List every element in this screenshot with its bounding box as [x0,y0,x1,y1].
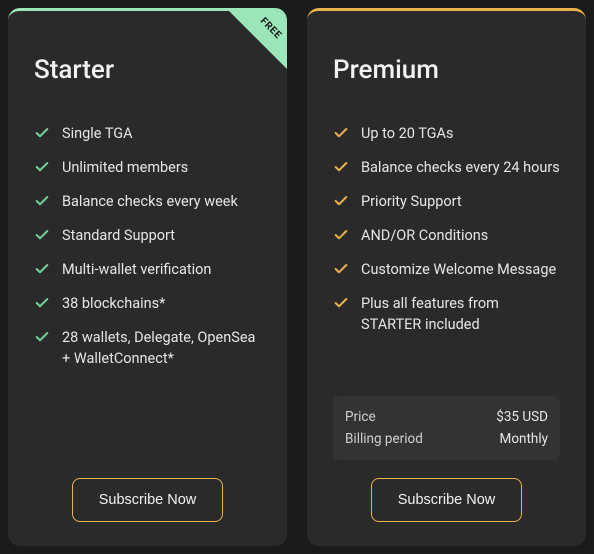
feature-text: Standard Support [62,225,175,246]
feature-text: Unlimited members [62,157,188,178]
price-box: Price $35 USD Billing period Monthly [333,396,560,460]
feature-text: Single TGA [62,123,133,144]
check-icon [333,261,349,277]
check-icon [333,125,349,141]
billing-value: Monthly [500,431,548,447]
feature-text: 28 wallets, Delegate, OpenSea + WalletCo… [62,327,261,369]
subscribe-button[interactable]: Subscribe Now [371,478,523,522]
plan-card-starter: FREE Starter Single TGA Unlimited member… [8,8,287,546]
plan-title: Starter [34,55,261,85]
price-label: Price [345,409,376,425]
feature-item: Customize Welcome Message [333,259,560,280]
feature-text: Up to 20 TGAs [361,123,454,144]
feature-text: Customize Welcome Message [361,259,556,280]
feature-text: Balance checks every 24 hours [361,157,560,178]
check-icon [34,193,50,209]
feature-item: Multi-wallet verification [34,259,261,280]
check-icon [333,193,349,209]
check-icon [34,159,50,175]
price-row: Price $35 USD [345,406,548,428]
feature-item: 38 blockchains* [34,293,261,314]
price-value: $35 USD [496,409,548,425]
check-icon [333,159,349,175]
feature-item: Priority Support [333,191,560,212]
feature-text: Priority Support [361,191,462,212]
feature-list: Single TGA Unlimited members Balance che… [34,123,261,478]
feature-list: Up to 20 TGAs Balance checks every 24 ho… [333,123,560,396]
billing-label: Billing period [345,431,423,447]
plan-card-premium: Premium Up to 20 TGAs Balance checks eve… [307,8,586,546]
plan-title: Premium [333,55,560,85]
check-icon [333,227,349,243]
billing-row: Billing period Monthly [345,428,548,450]
feature-item: Balance checks every 24 hours [333,157,560,178]
check-icon [34,261,50,277]
subscribe-button[interactable]: Subscribe Now [72,478,224,522]
cta-row: Subscribe Now [333,478,560,522]
check-icon [34,329,50,345]
check-icon [333,295,349,311]
feature-item: Up to 20 TGAs [333,123,560,144]
feature-text: 38 blockchains* [62,293,165,314]
feature-text: Multi-wallet verification [62,259,211,280]
cta-row: Subscribe Now [34,478,261,522]
check-icon [34,295,50,311]
feature-text: Balance checks every week [62,191,238,212]
feature-item: AND/OR Conditions [333,225,560,246]
feature-item: Balance checks every week [34,191,261,212]
feature-text: Plus all features from STARTER included [361,293,560,335]
feature-item: Unlimited members [34,157,261,178]
feature-item: Standard Support [34,225,261,246]
feature-item: 28 wallets, Delegate, OpenSea + WalletCo… [34,327,261,369]
check-icon [34,227,50,243]
check-icon [34,125,50,141]
free-ribbon [229,11,287,69]
feature-item: Plus all features from STARTER included [333,293,560,335]
feature-item: Single TGA [34,123,261,144]
feature-text: AND/OR Conditions [361,225,488,246]
